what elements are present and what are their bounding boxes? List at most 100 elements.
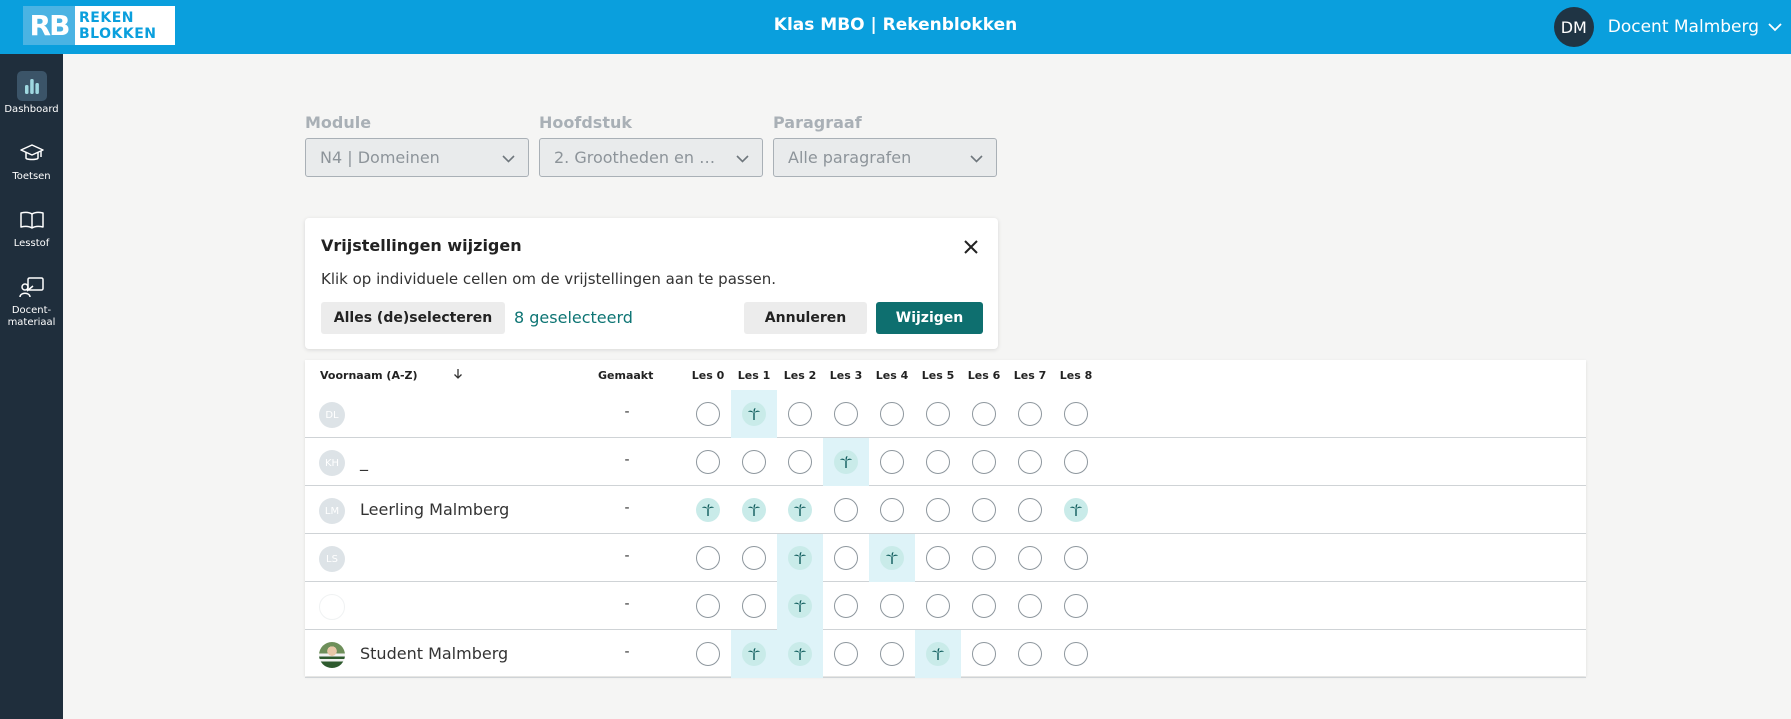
- exemption-cell[interactable]: [1007, 630, 1053, 678]
- exemption-cell[interactable]: [685, 390, 731, 438]
- exemption-cell[interactable]: [731, 582, 777, 630]
- exemption-cell[interactable]: [915, 630, 961, 678]
- empty-circle-icon: [926, 402, 950, 426]
- empty-circle-icon: [1064, 450, 1088, 474]
- exemption-cell[interactable]: [777, 486, 823, 534]
- exemption-cell[interactable]: [1053, 390, 1099, 438]
- exemption-cell[interactable]: [961, 582, 1007, 630]
- exemption-cell[interactable]: [731, 390, 777, 438]
- exemption-cell[interactable]: [961, 534, 1007, 582]
- exemption-cell[interactable]: [1053, 438, 1099, 486]
- lesson-column-header: Les 6: [967, 369, 1001, 382]
- exemption-cell[interactable]: [823, 582, 869, 630]
- exemption-cell[interactable]: [915, 582, 961, 630]
- panel-title: Vrijstellingen wijzigen: [321, 236, 522, 255]
- made-value: -: [624, 548, 630, 564]
- user-menu[interactable]: DM Docent Malmberg: [1553, 7, 1791, 47]
- cancel-button[interactable]: Annuleren: [744, 302, 867, 334]
- exemption-cell[interactable]: [823, 390, 869, 438]
- exemption-cell[interactable]: [869, 582, 915, 630]
- exemptions-table: Voornaam (A-Z) Gemaakt Les 0 Les 1 Les 2 Le…: [305, 360, 1586, 678]
- exemption-cell[interactable]: [961, 630, 1007, 678]
- exemption-cell[interactable]: [685, 582, 731, 630]
- exemption-cell[interactable]: [961, 486, 1007, 534]
- exemption-cell[interactable]: [1053, 486, 1099, 534]
- empty-circle-icon: [972, 594, 996, 618]
- empty-circle-icon: [926, 450, 950, 474]
- exemption-cell[interactable]: [777, 630, 823, 678]
- exemption-cell[interactable]: [1007, 582, 1053, 630]
- exemption-cell[interactable]: [731, 486, 777, 534]
- palm-tree-icon: [788, 594, 812, 618]
- sidebar-item-label-line2: materiaal: [7, 317, 56, 328]
- exemption-cell[interactable]: [1053, 582, 1099, 630]
- module-select[interactable]: N4 | Domeinen: [305, 138, 529, 177]
- sidebar-item-toetsen[interactable]: Toetsen: [0, 137, 63, 183]
- exemption-cell[interactable]: [685, 486, 731, 534]
- table-row: Student Malmberg -: [305, 630, 1586, 678]
- exemption-cell[interactable]: [823, 630, 869, 678]
- exemption-cell[interactable]: [777, 390, 823, 438]
- avatar: [319, 594, 345, 620]
- exemption-cell[interactable]: [1053, 630, 1099, 678]
- exemption-cell[interactable]: [685, 630, 731, 678]
- exemption-cell[interactable]: [869, 534, 915, 582]
- paragraaf-select[interactable]: Alle paragrafen: [773, 138, 997, 177]
- exemption-cell[interactable]: [731, 630, 777, 678]
- empty-circle-icon: [834, 498, 858, 522]
- lesson-column-header: Les 8: [1059, 369, 1093, 382]
- exemption-cell[interactable]: [915, 486, 961, 534]
- exemption-cell[interactable]: [1007, 390, 1053, 438]
- exemption-cell[interactable]: [685, 534, 731, 582]
- empty-circle-icon: [1064, 402, 1088, 426]
- exemption-cell[interactable]: [823, 438, 869, 486]
- exemption-cell[interactable]: [961, 438, 1007, 486]
- exemption-cell[interactable]: [823, 486, 869, 534]
- arrow-down-icon[interactable]: [453, 368, 463, 383]
- exemption-cell[interactable]: [777, 534, 823, 582]
- close-icon[interactable]: [962, 238, 980, 256]
- exemption-cell[interactable]: [915, 534, 961, 582]
- sidebar-item-docent-materiaal[interactable]: Docent- materiaal: [0, 271, 63, 329]
- chevron-down-icon[interactable]: [1759, 22, 1791, 32]
- table-header: Voornaam (A-Z) Gemaakt Les 0 Les 1 Les 2 Le…: [305, 360, 1586, 390]
- exemption-cell[interactable]: [777, 438, 823, 486]
- exemption-cell[interactable]: [823, 534, 869, 582]
- exemption-cell[interactable]: [1007, 438, 1053, 486]
- exemption-cell[interactable]: [961, 390, 1007, 438]
- empty-circle-icon: [742, 450, 766, 474]
- hoofdstuk-label: Hoofdstuk: [539, 113, 632, 132]
- user-name[interactable]: Docent Malmberg: [1608, 17, 1759, 37]
- top-bar: RB REKEN BLOKKEN Klas MBO | Rekenblokken…: [0, 0, 1791, 54]
- exemption-cell[interactable]: [915, 438, 961, 486]
- exemption-cell[interactable]: [1007, 486, 1053, 534]
- exemption-cell[interactable]: [731, 438, 777, 486]
- submit-button[interactable]: Wijzigen: [876, 302, 983, 334]
- empty-circle-icon: [972, 546, 996, 570]
- empty-circle-icon: [1064, 642, 1088, 666]
- exemption-cell[interactable]: [777, 582, 823, 630]
- empty-circle-icon: [696, 642, 720, 666]
- empty-circle-icon: [1018, 546, 1042, 570]
- avatar: LS: [319, 546, 345, 572]
- empty-circle-icon: [880, 450, 904, 474]
- exemption-cell[interactable]: [869, 438, 915, 486]
- exemption-cell[interactable]: [869, 486, 915, 534]
- exemption-cell[interactable]: [869, 390, 915, 438]
- exemption-cell[interactable]: [685, 438, 731, 486]
- exemption-cell[interactable]: [1053, 534, 1099, 582]
- hoofdstuk-select[interactable]: 2. Grootheden en eenheden: [539, 138, 763, 177]
- user-avatar[interactable]: DM: [1553, 7, 1594, 47]
- sidebar-item-lesstof[interactable]: Lesstof: [0, 204, 63, 250]
- exemption-cell[interactable]: [731, 534, 777, 582]
- name-column-header[interactable]: Voornaam (A-Z): [320, 369, 418, 382]
- hoofdstuk-select-value: 2. Grootheden en eenheden: [554, 148, 722, 167]
- exemption-cell[interactable]: [915, 390, 961, 438]
- exemption-cell[interactable]: [1007, 534, 1053, 582]
- exemption-cell[interactable]: [869, 630, 915, 678]
- sidebar-item-dashboard[interactable]: Dashboard: [0, 70, 63, 116]
- lesson-column-header: Les 1: [737, 369, 771, 382]
- lesson-column-header: Les 2: [783, 369, 817, 382]
- select-all-button[interactable]: Alles (de)selecteren: [321, 302, 505, 334]
- module-label: Module: [305, 113, 372, 132]
